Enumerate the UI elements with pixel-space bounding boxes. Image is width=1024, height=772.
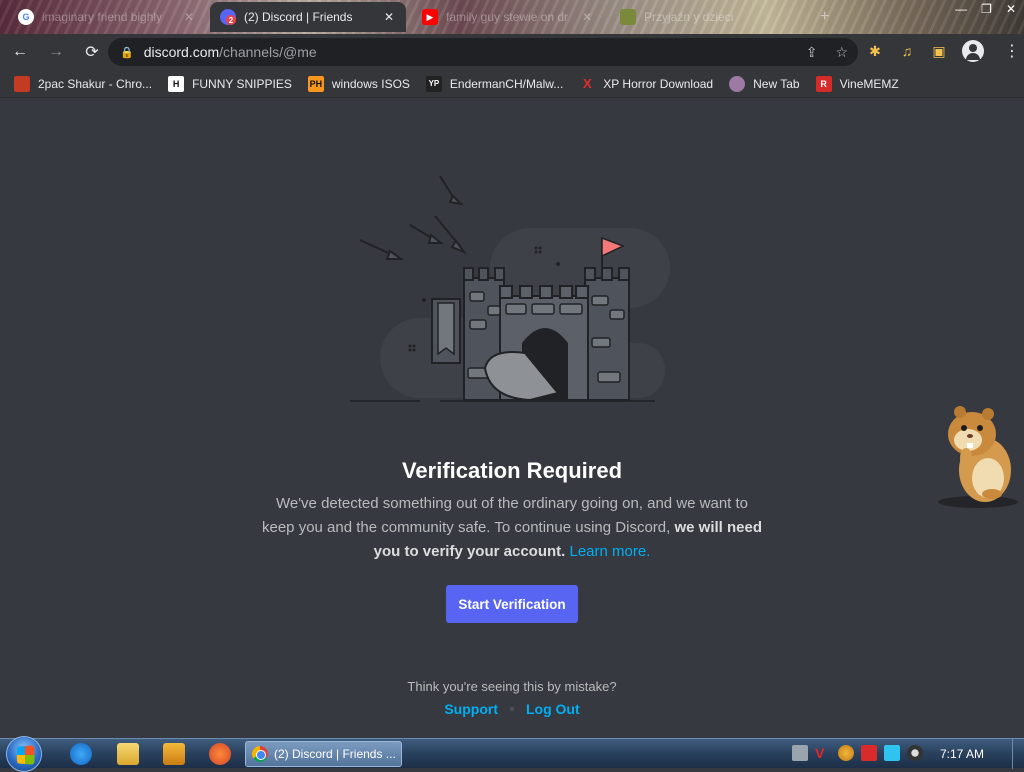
bookmark-label: New Tab — [753, 76, 800, 91]
show-desktop-button[interactable] — [1012, 739, 1024, 769]
yp-icon: YP — [425, 75, 442, 92]
antivirus-icon[interactable]: V — [815, 745, 831, 761]
minimize-icon[interactable]: — — [955, 2, 967, 16]
tab-imaginary-friend[interactable]: G imaginary friend bighly ✕ — [8, 2, 206, 32]
bookmark-label: XP Horror Download — [603, 76, 714, 91]
volume-icon[interactable] — [907, 745, 923, 761]
start-button[interactable] — [6, 736, 42, 772]
tab-family-guy[interactable]: ▶ family guy stewie on dr ✕ — [412, 2, 604, 32]
bookmark-2pac[interactable]: 2pac Shakur - Chro... — [14, 75, 153, 92]
tray-app-icon[interactable] — [792, 745, 808, 761]
browser-toolbar: ← → ⟳ 🔒 discord.com/channels/@me ⇪ ☆ ✱ ♫… — [0, 34, 1024, 70]
tab-strip: G imaginary friend bighly ✕ 2 (2) Discor… — [0, 0, 1024, 34]
tab-title: imaginary friend bighly — [42, 10, 163, 24]
menu-icon[interactable]: ⋮ — [1004, 41, 1020, 61]
media-control-icon[interactable]: ♫ — [898, 42, 916, 60]
new-tab-button[interactable]: + — [820, 8, 829, 26]
arrows-icon — [359, 175, 467, 260]
bookmark-windows-isos[interactable]: PH windows ISOS — [307, 75, 410, 92]
r-icon: R — [815, 75, 832, 92]
tupac-icon — [14, 75, 30, 92]
reload-icon[interactable]: ⟳ — [76, 36, 108, 68]
avatar-icon — [729, 75, 746, 92]
ph-icon: PH — [307, 75, 324, 92]
flag-tray-icon[interactable] — [861, 745, 877, 761]
bookmark-vinememz[interactable]: R VineMEMZ — [815, 75, 899, 92]
separator-dot — [510, 707, 514, 711]
tab-discord-friends[interactable]: 2 (2) Discord | Friends ✕ — [210, 2, 406, 32]
close-window-icon[interactable]: ✕ — [1006, 2, 1016, 16]
taskbar-clock: 7:17 AM — [940, 747, 985, 761]
taskbar-task-chrome[interactable]: (2) Discord | Friends ... — [245, 741, 402, 767]
chrome-icon — [252, 746, 268, 762]
page-title: Verification Required — [401, 458, 623, 483]
discord-verification-page: Verification Required We've detected som… — [0, 98, 1024, 760]
verification-description: We've detected something out of the ordi… — [262, 492, 762, 564]
bookmark-label: FUNNY SNIPPIES — [192, 76, 292, 91]
bookmark-xp-horror[interactable]: X XP Horror Download — [579, 76, 713, 92]
extensions-area: ✱ ♫ ▣ ⋮ — [866, 40, 1020, 62]
url-text: discord.com/channels/@me — [144, 44, 317, 60]
bookmark-label: 2pac Shakur - Chro... — [38, 76, 153, 91]
page-icon — [620, 9, 636, 25]
bookmark-label: windows ISOS — [331, 76, 410, 91]
log-out-link[interactable]: Log Out — [526, 701, 580, 717]
tab-przyjazni[interactable]: Przyjaźn y dzieci — [610, 2, 810, 32]
system-tray: V — [792, 745, 923, 761]
notification-badge: 2 — [226, 15, 236, 25]
internet-explorer-icon[interactable] — [70, 743, 92, 765]
window-controls: — ❐ ✕ — [955, 2, 1016, 16]
tab-title: family guy stewie on dr — [446, 10, 569, 24]
bookmark-endermanch[interactable]: YP EndermanCH/Malw... — [425, 75, 564, 92]
profile-avatar-icon[interactable] — [962, 40, 984, 62]
restore-icon[interactable]: ❐ — [981, 2, 992, 16]
close-icon[interactable]: ✕ — [384, 10, 396, 24]
search-tray-icon[interactable] — [838, 745, 854, 761]
h-icon: H — [168, 75, 185, 92]
close-icon[interactable]: ✕ — [582, 10, 594, 24]
windows-taskbar: (2) Discord | Friends ... V 7:17 AM — [0, 736, 1024, 772]
address-bar[interactable]: 🔒 discord.com/channels/@me ⇪ ☆ — [108, 38, 858, 66]
share-icon[interactable]: ⇪ — [806, 44, 818, 61]
support-link[interactable]: Support — [444, 701, 498, 717]
bookmark-new-tab[interactable]: New Tab — [729, 75, 800, 92]
back-icon[interactable]: ← — [4, 36, 36, 68]
tab-title: (2) Discord | Friends — [244, 10, 353, 24]
close-icon[interactable]: ✕ — [184, 10, 196, 24]
media-player-icon[interactable] — [163, 743, 185, 765]
windows-logo-icon — [16, 745, 35, 765]
castle-illustration — [350, 175, 670, 402]
side-panel-icon[interactable]: ▣ — [930, 42, 948, 60]
bookmark-star-icon[interactable]: ☆ — [835, 44, 848, 61]
start-verification-button[interactable]: Start Verification — [446, 585, 578, 623]
hamster-pet-icon[interactable] — [930, 398, 1020, 508]
tab-title: Przyjaźn y dzieci — [644, 10, 734, 24]
task-label: (2) Discord | Friends ... — [274, 747, 396, 761]
mistake-prompt: Think you're seeing this by mistake? — [407, 679, 617, 694]
bookmark-label: VineMEMZ — [839, 76, 899, 91]
forward-icon[interactable]: → — [40, 36, 72, 68]
footer-links: Support Log Out — [0, 701, 1024, 717]
bookmark-funny-snippies[interactable]: H FUNNY SNIPPIES — [168, 75, 292, 92]
learn-more-link[interactable]: Learn more. — [570, 543, 651, 560]
url-domain: discord.com — [143, 44, 220, 60]
file-explorer-icon[interactable] — [117, 743, 139, 765]
youtube-icon: ▶ — [422, 9, 438, 25]
x-icon: X — [582, 76, 592, 91]
google-icon: G — [18, 9, 34, 25]
url-path: /channels/@me — [219, 44, 317, 60]
lock-icon[interactable]: 🔒 — [120, 46, 134, 59]
monitor-tray-icon[interactable] — [884, 745, 900, 761]
discord-icon: 2 — [220, 9, 236, 25]
paint-icon[interactable] — [209, 743, 231, 765]
extensions-puzzle-icon[interactable]: ✱ — [866, 42, 884, 60]
bookmark-label: EndermanCH/Malw... — [449, 76, 564, 91]
bookmarks-bar: 2pac Shakur - Chro... H FUNNY SNIPPIES P… — [0, 70, 1024, 98]
